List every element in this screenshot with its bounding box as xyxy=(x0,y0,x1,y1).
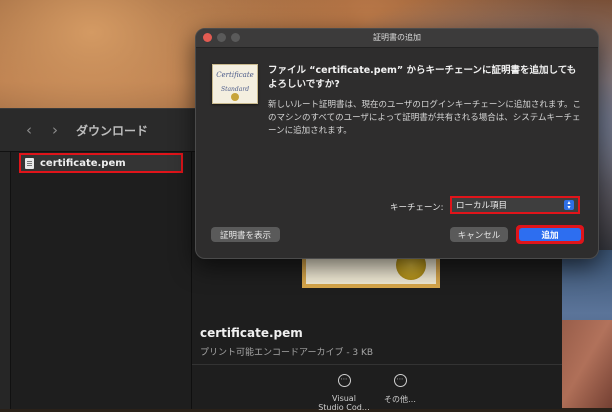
preview-file-name: certificate.pem xyxy=(200,326,303,340)
document-icon xyxy=(25,157,34,169)
certificate-icon-text: Standard xyxy=(220,86,250,93)
certificate-icon-text: Certificate xyxy=(216,71,254,79)
action-more[interactable]: ⋯ その他… xyxy=(370,374,430,405)
more-icon: ⋯ xyxy=(393,374,407,387)
seal-icon xyxy=(231,93,239,101)
forward-icon[interactable]: › xyxy=(52,121,58,139)
action-open-vscode[interactable]: ⋯ Visual Studio Cod… xyxy=(314,374,374,412)
add-button[interactable]: 追加 xyxy=(516,225,584,244)
certificate-icon: Certificate Standard xyxy=(212,64,258,104)
dialog-title: 証明書の追加 xyxy=(373,33,421,42)
more-icon: ⋯ xyxy=(337,374,351,387)
finder-sidebar-edge xyxy=(0,152,11,409)
cancel-button[interactable]: キャンセル xyxy=(450,227,508,242)
finder-location-title: ダウンロード xyxy=(76,124,149,138)
file-item-certificate[interactable]: certificate.pem xyxy=(19,153,183,173)
divider xyxy=(192,364,562,365)
add-certificate-dialog: 証明書の追加 Certificate Standard ファイル “certif… xyxy=(195,28,599,259)
wallpaper-detail xyxy=(557,320,612,408)
keychain-select-value: ローカル項目 xyxy=(456,201,508,211)
add-button-label: 追加 xyxy=(519,228,581,241)
keychain-label: キーチェーン: xyxy=(390,203,444,213)
file-name: certificate.pem xyxy=(40,157,126,169)
action-label: その他… xyxy=(384,395,416,404)
action-label: Visual Studio Cod… xyxy=(318,394,370,412)
dialog-titlebar: 証明書の追加 xyxy=(196,29,598,48)
dialog-heading: ファイル “certificate.pem” からキーチェーンに証明書を追加して… xyxy=(268,65,577,90)
show-certificate-button[interactable]: 証明書を表示 xyxy=(211,227,280,242)
preview-file-meta: プリント可能エンコードアーカイブ - 3 KB xyxy=(200,348,374,358)
chevron-updown-icon: ▴ ▾ xyxy=(564,200,574,211)
keychain-select[interactable]: ローカル項目 ▴ ▾ xyxy=(450,196,580,214)
dialog-body-text: 新しいルート証明書は、現在のユーザのログインキーチェーンに追加されます。このマシ… xyxy=(268,100,582,136)
file-list: certificate.pem xyxy=(11,152,192,409)
back-icon[interactable]: ‹ xyxy=(26,121,32,139)
